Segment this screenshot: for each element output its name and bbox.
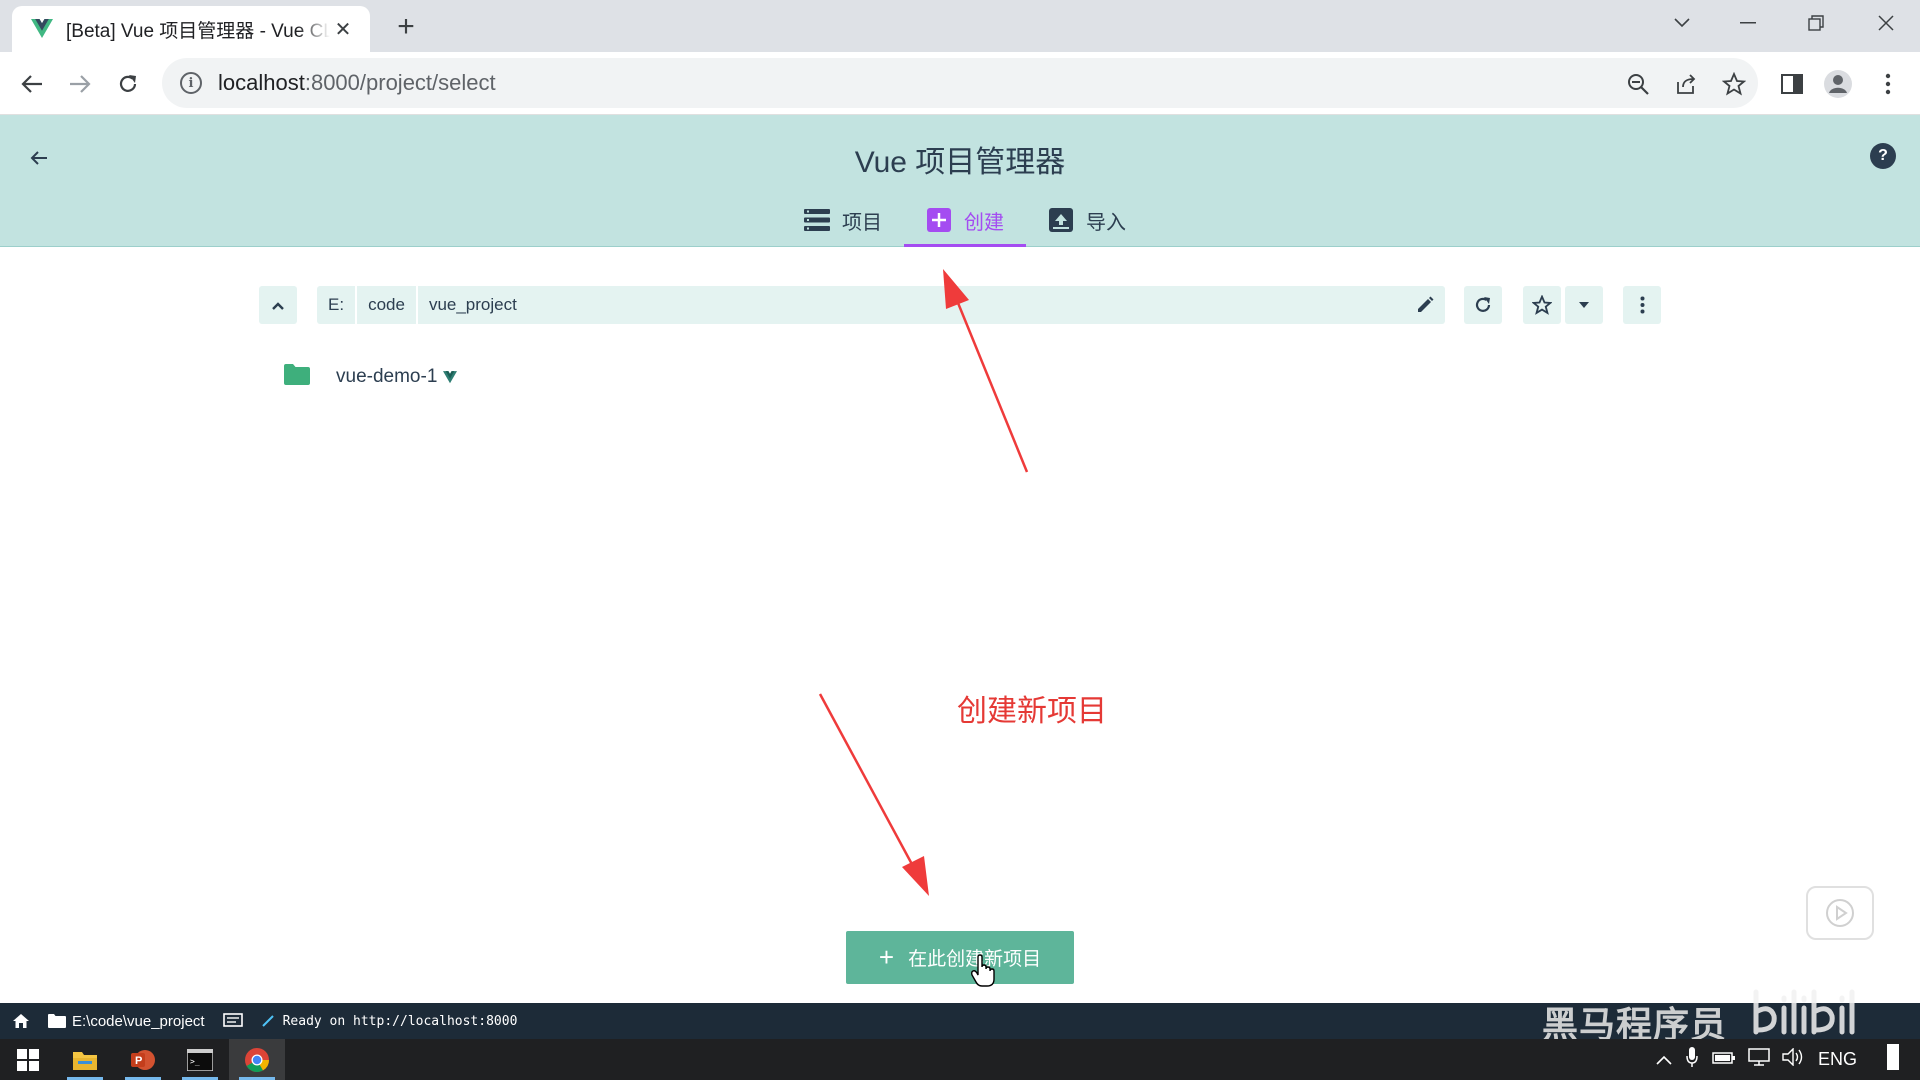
breadcrumb-vue-project[interactable]: vue_project bbox=[418, 286, 1405, 324]
log-message: Ready on http://localhost:8000 bbox=[261, 1014, 517, 1029]
page-title: Vue 项目管理器 bbox=[854, 146, 1066, 179]
notification-icon[interactable] bbox=[1887, 1044, 1900, 1075]
volume-icon[interactable] bbox=[1782, 1047, 1804, 1071]
current-path[interactable]: E:\code\vue_project bbox=[48, 1013, 205, 1030]
import-icon bbox=[1048, 208, 1074, 232]
more-options-button[interactable] bbox=[1623, 286, 1661, 324]
input-language[interactable]: ENG bbox=[1818, 1049, 1857, 1070]
help-icon[interactable]: ? bbox=[1870, 143, 1896, 169]
console-log-icon[interactable] bbox=[222, 1013, 243, 1029]
favorite-folder-button[interactable] bbox=[1523, 286, 1561, 324]
tab-create-label: 创建 bbox=[964, 211, 1004, 234]
chrome-icon bbox=[245, 1047, 269, 1072]
breadcrumb-code[interactable]: code bbox=[357, 286, 418, 324]
add-icon: + bbox=[878, 942, 895, 972]
create-project-here-button[interactable]: + 在此创建新项目 bbox=[846, 931, 1074, 984]
annotation-text: 创建新项目 bbox=[957, 695, 1107, 728]
breadcrumb-drive[interactable]: E: bbox=[317, 286, 358, 324]
caret-down-icon bbox=[1579, 302, 1589, 308]
nav-tabs: 项目 创建 导入 bbox=[782, 193, 1148, 247]
folder-name: vue-demo-1 bbox=[336, 366, 438, 387]
profile-avatar[interactable] bbox=[1822, 68, 1854, 100]
site-info-icon[interactable]: i bbox=[180, 72, 202, 94]
refresh-icon bbox=[1475, 297, 1491, 312]
list-item[interactable]: vue-demo-1 bbox=[284, 362, 458, 392]
brush-icon bbox=[261, 1015, 274, 1027]
tab-close-icon[interactable]: ✕ bbox=[330, 16, 356, 42]
list-icon bbox=[804, 208, 830, 232]
microphone-icon[interactable] bbox=[1686, 1047, 1698, 1072]
windows-taskbar: P >_ ENG bbox=[0, 1039, 1920, 1080]
chevron-up-icon bbox=[272, 301, 284, 310]
forward-arrow-icon[interactable] bbox=[62, 66, 98, 102]
hand-cursor-icon bbox=[970, 954, 995, 987]
tray-chevron-up-icon[interactable] bbox=[1656, 1049, 1672, 1070]
svg-text:>_: >_ bbox=[190, 1057, 200, 1066]
terminal-taskbar-button[interactable]: >_ bbox=[172, 1039, 228, 1080]
close-window-button[interactable] bbox=[1856, 8, 1916, 38]
svg-text:P: P bbox=[135, 1055, 142, 1067]
chrome-taskbar-button[interactable] bbox=[229, 1039, 285, 1080]
edit-path-icon[interactable] bbox=[1405, 286, 1445, 324]
share-icon[interactable] bbox=[1672, 70, 1700, 98]
powerpoint-taskbar-button[interactable]: P bbox=[115, 1039, 171, 1080]
tab-search-icon[interactable] bbox=[1652, 8, 1712, 38]
browser-tab[interactable]: [Beta] Vue 项目管理器 - Vue CLI ✕ bbox=[12, 6, 370, 52]
tab-create[interactable]: 创建 bbox=[904, 193, 1026, 247]
tab-import[interactable]: 导入 bbox=[1026, 193, 1148, 247]
breadcrumb: E: code vue_project bbox=[317, 286, 1445, 324]
start-button[interactable] bbox=[0, 1039, 56, 1080]
browser-tabbar: [Beta] Vue 项目管理器 - Vue CLI ✕ + bbox=[0, 0, 1920, 52]
side-panel-icon[interactable] bbox=[1776, 68, 1808, 100]
system-tray: ENG bbox=[1656, 1039, 1900, 1080]
new-tab-button[interactable]: + bbox=[390, 10, 422, 43]
file-explorer-taskbar-button[interactable] bbox=[57, 1039, 113, 1080]
play-icon bbox=[1826, 899, 1854, 927]
minimize-button[interactable] bbox=[1718, 8, 1778, 38]
browser-toolbar: i localhost:8000/project/select bbox=[0, 52, 1920, 115]
bookmark-star-icon[interactable] bbox=[1720, 70, 1748, 98]
folder-icon bbox=[48, 1014, 66, 1028]
more-vert-icon bbox=[1640, 296, 1644, 314]
windows-icon bbox=[17, 1048, 39, 1071]
url-text: localhost:8000/project/select bbox=[218, 70, 496, 95]
app-header: Vue 项目管理器 ? 项目 创建 导入 bbox=[0, 115, 1920, 247]
floating-player-button[interactable] bbox=[1806, 886, 1874, 940]
address-bar[interactable]: i localhost:8000/project/select bbox=[162, 58, 1758, 108]
vue-logo-icon bbox=[30, 17, 54, 41]
vue-project-badge-icon bbox=[443, 371, 458, 389]
file-explorer-icon bbox=[73, 1051, 97, 1070]
favorites-dropdown-button[interactable] bbox=[1565, 286, 1603, 324]
browser-menu-icon[interactable] bbox=[1872, 68, 1904, 100]
back-arrow-icon[interactable] bbox=[14, 66, 50, 102]
parent-folder-button[interactable] bbox=[259, 286, 297, 324]
restore-button[interactable] bbox=[1786, 8, 1846, 38]
zoom-icon[interactable] bbox=[1624, 70, 1652, 98]
add-box-icon bbox=[926, 208, 952, 232]
reload-icon[interactable] bbox=[110, 66, 146, 102]
network-icon[interactable] bbox=[1748, 1048, 1770, 1071]
powerpoint-icon: P bbox=[131, 1049, 155, 1070]
tab-projects-label: 项目 bbox=[842, 211, 882, 234]
refresh-folder-button[interactable] bbox=[1464, 286, 1502, 324]
folder-icon bbox=[284, 364, 310, 390]
tab-import-label: 导入 bbox=[1086, 211, 1126, 234]
tab-projects[interactable]: 项目 bbox=[782, 193, 904, 247]
tab-title: [Beta] Vue 项目管理器 - Vue CLI bbox=[66, 20, 330, 42]
home-icon[interactable] bbox=[12, 1013, 30, 1029]
terminal-icon: >_ bbox=[187, 1048, 213, 1071]
star-outline-icon bbox=[1532, 295, 1552, 315]
battery-icon[interactable] bbox=[1712, 1049, 1736, 1070]
